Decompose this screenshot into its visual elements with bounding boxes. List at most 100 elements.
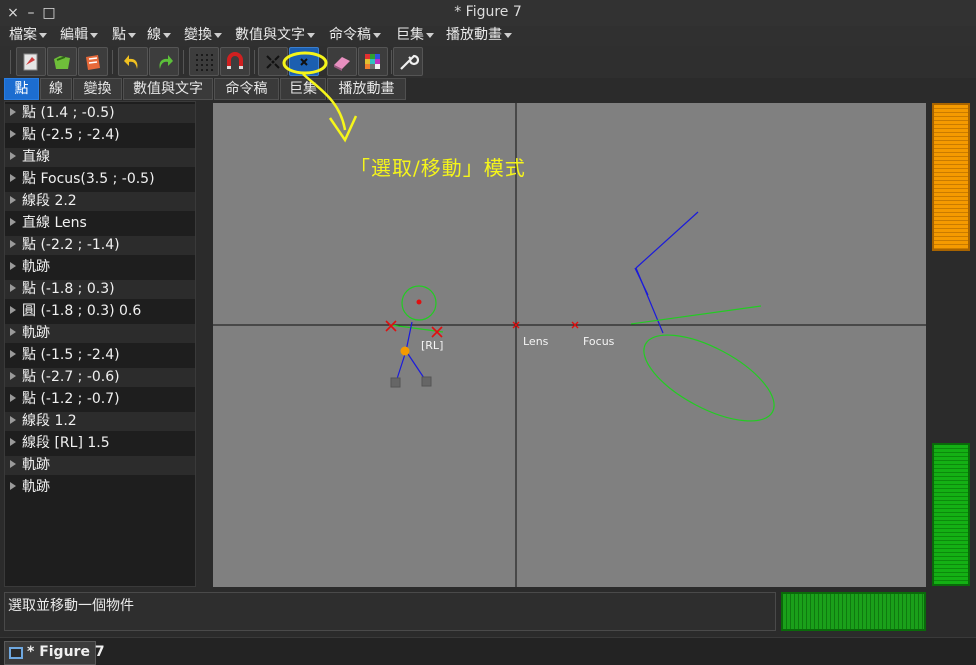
- expand-triangle-icon[interactable]: [10, 174, 16, 182]
- chevron-down-icon: [373, 32, 381, 38]
- window-title: * Figure 7: [454, 4, 522, 20]
- tab-animation[interactable]: 播放動畫: [327, 78, 406, 100]
- expand-triangle-icon[interactable]: [10, 130, 16, 138]
- list-item[interactable]: 點 (-1.8 ; 0.3): [5, 280, 195, 299]
- orange-point[interactable]: [400, 346, 410, 356]
- list-item[interactable]: 直線: [5, 148, 195, 167]
- image-blue-upper[interactable]: [635, 211, 699, 269]
- expand-triangle-icon[interactable]: [10, 438, 16, 446]
- menu-line[interactable]: 線: [147, 26, 171, 46]
- menu-line-label: 線: [147, 27, 161, 43]
- menu-scripts[interactable]: 命令稿: [329, 26, 381, 46]
- taskbar-item-label: * Figure 7: [27, 644, 105, 660]
- image-blue-branch[interactable]: [634, 267, 649, 296]
- menu-point[interactable]: 點: [112, 26, 136, 46]
- expand-triangle-icon[interactable]: [10, 240, 16, 248]
- expand-triangle-icon[interactable]: [10, 284, 16, 292]
- toolbar-separator: [112, 50, 113, 74]
- list-item[interactable]: 點 (-1.5 ; -2.4): [5, 346, 195, 365]
- list-item[interactable]: 圓 (-1.8 ; 0.3) 0.6: [5, 302, 195, 321]
- expand-triangle-icon[interactable]: [10, 218, 16, 226]
- select-move-active-button[interactable]: [289, 47, 319, 76]
- expand-triangle-icon[interactable]: [10, 328, 16, 336]
- circle-center-point[interactable]: [416, 299, 422, 305]
- list-item[interactable]: 線段 1.2: [5, 412, 195, 431]
- expand-triangle-icon[interactable]: [10, 262, 16, 270]
- list-item[interactable]: 軌跡: [5, 456, 195, 475]
- menu-bar: 檔案 編輯 點 線 變換 數值與文字 命令稿 巨集 播放動畫: [0, 26, 976, 46]
- green-status-meter[interactable]: [781, 592, 926, 631]
- list-item[interactable]: 直線 Lens: [5, 214, 195, 233]
- expand-triangle-icon[interactable]: [10, 152, 16, 160]
- expand-triangle-icon[interactable]: [10, 482, 16, 490]
- figure-canvas[interactable]: [RL] Lens Focus: [213, 103, 926, 587]
- expand-triangle-icon[interactable]: [10, 306, 16, 314]
- expand-triangle-icon[interactable]: [10, 350, 16, 358]
- magnet-button[interactable]: [220, 47, 250, 76]
- settings-button[interactable]: [393, 47, 423, 76]
- list-item[interactable]: 點 (-2.7 ; -0.6): [5, 368, 195, 387]
- list-item[interactable]: 點 Focus(3.5 ; -0.5): [5, 170, 195, 189]
- green-segment-right[interactable]: [630, 305, 762, 325]
- chevron-down-icon: [163, 32, 171, 38]
- list-item-label: 點 Focus(3.5 ; -0.5): [22, 171, 155, 187]
- menu-animation[interactable]: 播放動畫: [446, 26, 512, 46]
- list-item[interactable]: 點 (1.4 ; -0.5): [5, 104, 195, 123]
- tab-points[interactable]: 點: [4, 78, 39, 100]
- tab-lines[interactable]: 線: [40, 78, 72, 100]
- list-item[interactable]: 點 (-1.2 ; -0.7): [5, 390, 195, 409]
- list-item-label: 軌跡: [22, 479, 50, 495]
- expand-triangle-icon[interactable]: [10, 394, 16, 402]
- undo-button[interactable]: [118, 47, 148, 76]
- grid-button[interactable]: [189, 47, 219, 76]
- tab-macros[interactable]: 巨集: [280, 78, 326, 100]
- menu-numbers-text[interactable]: 數值與文字: [235, 26, 315, 46]
- label-focus: Focus: [583, 335, 615, 348]
- expand-triangle-icon[interactable]: [10, 196, 16, 204]
- list-item-label: 點 (1.4 ; -0.5): [22, 105, 115, 121]
- list-item[interactable]: 軌跡: [5, 258, 195, 277]
- tab-numbers-text[interactable]: 數值與文字: [123, 78, 213, 100]
- menu-file[interactable]: 檔案: [9, 26, 47, 46]
- list-item-label: 點 (-2.2 ; -1.4): [22, 237, 120, 253]
- square-point-left[interactable]: [390, 377, 401, 388]
- square-point-right[interactable]: [421, 376, 432, 387]
- tab-transforms[interactable]: 變換: [73, 78, 122, 100]
- menu-transform[interactable]: 變換: [184, 26, 222, 46]
- new-figure-button[interactable]: [16, 47, 46, 76]
- list-item[interactable]: 軌跡: [5, 324, 195, 343]
- menu-edit[interactable]: 編輯: [60, 26, 98, 46]
- tab-scripts[interactable]: 命令稿: [214, 78, 279, 100]
- stick-figure-left-leg[interactable]: [395, 350, 407, 383]
- list-item[interactable]: 線段 2.2: [5, 192, 195, 211]
- green-side-bar[interactable]: [932, 443, 970, 586]
- list-item[interactable]: 軌跡: [5, 478, 195, 497]
- taskbar-item-figure[interactable]: * Figure 7: [4, 641, 105, 665]
- list-item[interactable]: 線段 [RL] 1.5: [5, 434, 195, 453]
- menu-numbers-text-label: 數值與文字: [235, 27, 305, 43]
- expand-triangle-icon[interactable]: [10, 416, 16, 424]
- window-icon: [9, 647, 23, 659]
- open-recent-button[interactable]: [78, 47, 108, 76]
- orange-side-bar[interactable]: [932, 103, 970, 251]
- list-item[interactable]: 點 (-2.5 ; -2.4): [5, 126, 195, 145]
- select-move-button[interactable]: [258, 47, 288, 76]
- open-figure-button[interactable]: [47, 47, 77, 76]
- expand-triangle-icon[interactable]: [10, 460, 16, 468]
- figure-drawing: [RL] Lens Focus: [213, 103, 926, 587]
- object-tabs: 點 線 變換 數值與文字 命令稿 巨集 播放動畫: [0, 78, 976, 100]
- expand-triangle-icon[interactable]: [10, 372, 16, 380]
- redo-button[interactable]: [149, 47, 179, 76]
- eraser-icon: [334, 57, 350, 71]
- magnet-icon: [227, 52, 243, 69]
- settings-wrench-icon: [400, 54, 419, 70]
- list-item[interactable]: 點 (-2.2 ; -1.4): [5, 236, 195, 255]
- palette-button[interactable]: [358, 47, 388, 76]
- menu-macros[interactable]: 巨集: [396, 26, 434, 46]
- image-ellipse-locus[interactable]: [631, 318, 786, 439]
- stick-figure-body[interactable]: [405, 321, 413, 352]
- list-item-label: 直線: [22, 149, 50, 165]
- eraser-button[interactable]: [327, 47, 357, 76]
- object-list: 點 (1.4 ; -0.5) 點 (-2.5 ; -2.4) 直線 點 Focu…: [4, 101, 196, 587]
- expand-triangle-icon[interactable]: [10, 108, 16, 116]
